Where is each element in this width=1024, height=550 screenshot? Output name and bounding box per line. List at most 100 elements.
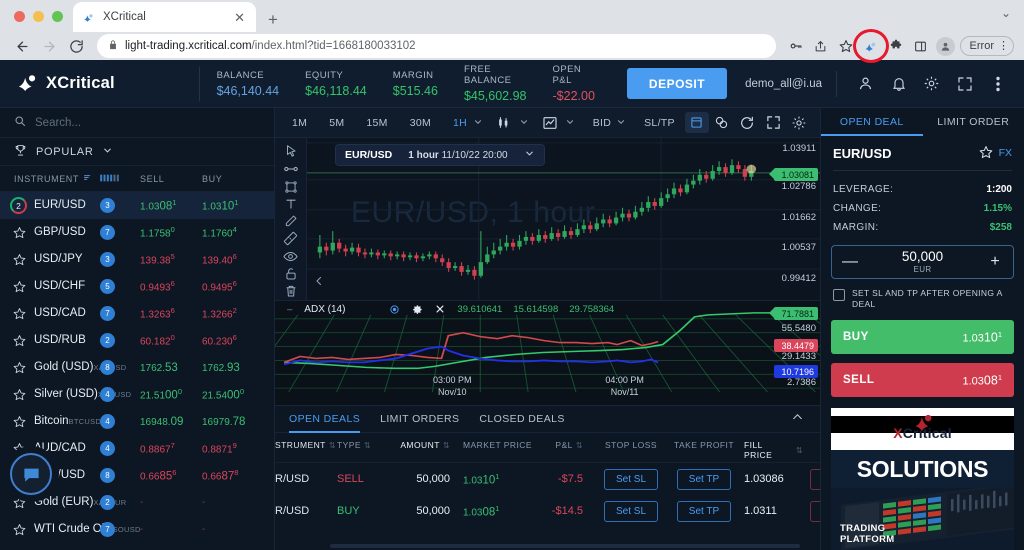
price-cell[interactable]: 21.54000 (202, 387, 264, 401)
price-cell[interactable]: - (202, 524, 264, 535)
price-cell[interactable]: 60.1820 (140, 333, 202, 347)
amount-value[interactable]: 50,000 (858, 250, 987, 264)
column-header-fill-price[interactable]: FILL PRICE⇅ (741, 440, 803, 460)
horizontal-scrollbar[interactable] (330, 544, 800, 548)
set-sl-button[interactable]: Set SL (604, 501, 658, 522)
price-cell[interactable]: 1.03101 (202, 198, 264, 212)
instrument-row-usd-chf[interactable]: USD/CHF50.949360.94956 (0, 273, 274, 300)
sltp-checkbox-row[interactable]: SET SL AND TP AFTER OPENING A DEAL (821, 279, 1024, 311)
settings-icon[interactable] (412, 304, 435, 315)
price-cell[interactable]: 0.94936 (140, 279, 202, 293)
scroll-back-icon[interactable] (313, 275, 325, 290)
price-cell[interactable]: 139.406 (202, 252, 264, 266)
fullscreen-icon[interactable] (948, 67, 981, 100)
signal-cell[interactable]: 7 (100, 306, 140, 321)
asset-class-label[interactable]: FX (999, 147, 1012, 159)
puzzle-extension-icon[interactable] (885, 35, 907, 57)
price-cell[interactable]: 0.66878 (202, 468, 264, 482)
shape-icon[interactable] (279, 180, 303, 194)
favorite-star-icon[interactable] (10, 334, 29, 347)
compare-icon[interactable] (709, 112, 735, 134)
price-cell[interactable]: 1.17604 (202, 225, 264, 239)
tab-limit-order[interactable]: LIMIT ORDER (923, 108, 1024, 136)
instrument-row-bitcoin[interactable]: BitcoinBTCUSD416948.0916979.78 (0, 408, 274, 435)
price-chart[interactable]: EUR/USD 1 hour 11/10/22 20:00 EUR/USD, 1… (307, 138, 820, 300)
collapse-panel-icon[interactable] (791, 411, 812, 427)
app-brand[interactable]: XCritical (0, 71, 199, 96)
price-cell[interactable]: 0.66856 (140, 468, 202, 482)
chevron-down-icon[interactable] (517, 117, 537, 129)
grid-layout-icon[interactable] (685, 112, 709, 133)
column-header-instrument[interactable]: STRUMENT⇅ (275, 440, 337, 450)
close-tab-button[interactable]: ✕ (231, 9, 248, 26)
price-cell[interactable]: 16979.78 (202, 416, 264, 428)
promo-banner[interactable]: XCritical SOLUTIONS (831, 408, 1014, 550)
instrument-row-gold-usd-[interactable]: Gold (USD)XAUUSD81762.531762.93 (0, 354, 274, 381)
column-header-instrument[interactable]: INSTRUMENT (14, 173, 100, 184)
favorite-star-icon[interactable] (10, 388, 29, 401)
amount-stepper[interactable]: — 50,000 EUR + (831, 245, 1014, 279)
reload-button[interactable] (64, 34, 88, 58)
instrument-row-gbp-usd[interactable]: GBP/USD71.175801.17604 (0, 219, 274, 246)
price-cell[interactable]: 1.32636 (140, 306, 202, 320)
minimize-window-button[interactable] (33, 11, 44, 22)
signal-cell[interactable]: 7 (100, 225, 140, 240)
instrument-row-wti-crude-oil[interactable]: WTI Crude OilUSOUSD7-- (0, 516, 274, 543)
lock-icon[interactable] (279, 267, 303, 281)
cursor-icon[interactable] (279, 144, 303, 158)
signal-cell[interactable]: 2 (100, 333, 140, 348)
deals-table[interactable]: STRUMENT⇅ TYPE⇅ AMOUNT⇅ MARKET PRICE P&L… (275, 433, 820, 550)
signal-cell[interactable]: 4 (100, 387, 140, 402)
increment-button[interactable]: + (987, 253, 1003, 271)
column-header-amount[interactable]: AMOUNT⇅ (389, 440, 455, 450)
sell-button[interactable]: SELL 1.03081 (831, 363, 1014, 397)
text-icon[interactable] (279, 197, 303, 211)
instrument-row-usd-cad[interactable]: USD/CAD71.326361.32662 (0, 300, 274, 327)
signal-cell[interactable]: 2 (100, 495, 140, 510)
instrument-row-gold-eur-[interactable]: Gold (EUR)XAUEUR2-- (0, 489, 274, 516)
chevron-down-icon[interactable] (102, 145, 113, 159)
tab-open-deal[interactable]: OPEN DEAL (821, 108, 923, 136)
column-header-pnl[interactable]: P&L⇅ (533, 440, 595, 450)
sltp-checkbox[interactable] (833, 289, 845, 301)
gear-icon[interactable] (915, 67, 948, 100)
xcritical-extension-icon[interactable] (860, 35, 882, 57)
url-bar[interactable]: light-trading.xcritical.com/index.html?t… (97, 34, 776, 58)
price-cell[interactable]: 0.88677 (140, 441, 202, 455)
price-axis[interactable]: 1.03911 1.03081 1.02786 1.01662 1.00537 … (754, 138, 820, 300)
eye-icon[interactable] (279, 249, 303, 264)
favorite-star-icon[interactable] (10, 523, 29, 536)
sidepanel-icon[interactable] (910, 35, 932, 57)
price-cell[interactable]: 60.2306 (202, 333, 264, 347)
instrument-list[interactable]: 2EUR/USD31.030811.03101GBP/USD71.175801.… (0, 192, 274, 550)
favorite-star-icon[interactable] (10, 361, 29, 374)
timeframe-1h[interactable]: 1H (442, 117, 471, 129)
signal-cell[interactable]: 3 (100, 198, 140, 213)
signal-cell[interactable]: 3 (100, 252, 140, 267)
new-tab-button[interactable]: + (268, 11, 278, 32)
table-row[interactable]: R/USDSELL50,0001.03101-$7.5Set SLSet TP1… (275, 463, 820, 495)
buy-button[interactable]: BUY 1.03101 (831, 320, 1014, 354)
price-cell[interactable]: 21.51000 (140, 387, 202, 401)
kebab-menu-icon[interactable]: ⋮ (998, 42, 1009, 51)
sltp-toggle[interactable]: SL/TP (634, 117, 678, 129)
chart-symbol-selector[interactable]: EUR/USD 1 hour 11/10/22 20:00 (335, 144, 545, 166)
price-cell[interactable]: - (202, 497, 264, 508)
back-button[interactable] (10, 34, 34, 58)
instrument-row-usd-rub[interactable]: USD/RUB260.182060.2306 (0, 327, 274, 354)
tab-closed-deals[interactable]: CLOSED DEALS (469, 406, 574, 433)
column-header-sell[interactable]: SELL (140, 174, 202, 184)
indicator-collapse-icon[interactable]: – (287, 304, 304, 315)
price-cell[interactable]: 1.32662 (202, 306, 264, 320)
favorite-star-icon[interactable] (10, 253, 29, 266)
signal-cell[interactable]: 8 (100, 468, 140, 483)
table-row[interactable]: R/USDBUY50,0001.03081-$14.5Set SLSet TP1… (275, 495, 820, 527)
chevron-down-icon[interactable] (471, 117, 491, 129)
instrument-row-silver-usd-[interactable]: Silver (USD)XAGUSD421.5100021.54000 (0, 381, 274, 408)
column-header-type[interactable]: TYPE⇅ (337, 440, 389, 450)
signal-cell[interactable]: 7 (100, 522, 140, 537)
pencil-icon[interactable] (279, 214, 303, 228)
signal-cell[interactable]: 5 (100, 279, 140, 294)
maximize-window-button[interactable] (52, 11, 63, 22)
close-window-button[interactable] (14, 11, 25, 22)
